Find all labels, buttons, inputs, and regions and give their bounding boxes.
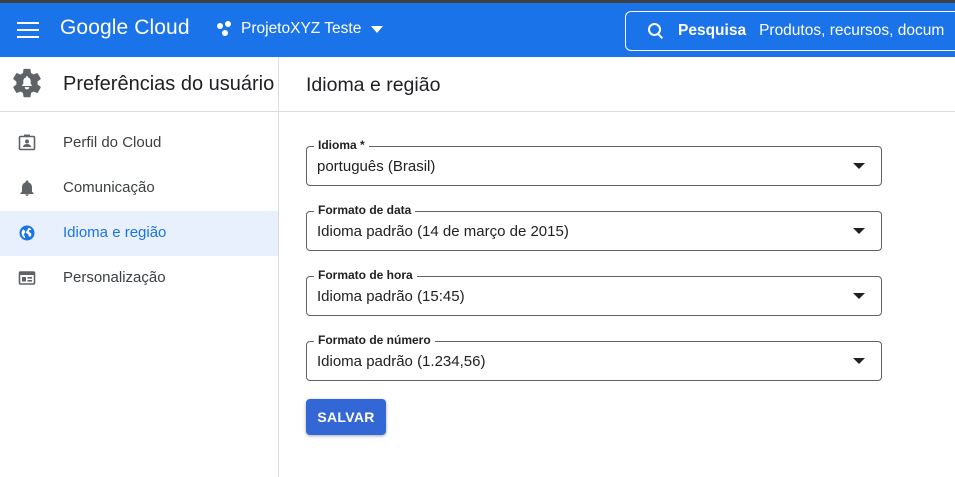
time-format-label: Formato de hora (314, 268, 417, 282)
sidebar-item-label: Personalização (63, 269, 166, 286)
sidebar: Preferências do usuário Perfil do Cloud … (0, 57, 279, 477)
number-format-label: Formato de número (314, 333, 435, 347)
number-format-select[interactable]: Formato de número Idioma padrão (1.234,5… (306, 333, 882, 381)
top-bar: Google Cloud ProjetoXYZ Teste Pesquisa P… (0, 0, 955, 57)
sidebar-item-label: Idioma e região (63, 224, 167, 241)
date-format-value: Idioma padrão (14 de março de 2015) (317, 223, 569, 240)
search-placeholder: Produtos, recursos, docum (759, 22, 945, 39)
dropdown-arrow-icon (853, 358, 865, 364)
chevron-down-icon (371, 25, 384, 33)
sidebar-item-comunicacao[interactable]: Comunicação (0, 166, 278, 211)
dropdown-arrow-icon (853, 293, 865, 299)
date-format-label: Formato de data (314, 203, 416, 217)
sidebar-item-idioma-e-regiao[interactable]: Idioma e região (0, 211, 278, 256)
google-cloud-logo[interactable]: Google Cloud (60, 16, 190, 40)
time-format-select[interactable]: Formato de hora Idioma padrão (15:45) (306, 268, 882, 316)
header-divider (279, 111, 955, 112)
sidebar-item-perfil-do-cloud[interactable]: Perfil do Cloud (0, 121, 278, 166)
bell-icon (20, 180, 34, 196)
dropdown-arrow-icon (853, 228, 865, 234)
project-dots-icon (217, 21, 233, 37)
globe-icon (19, 225, 35, 241)
project-selector[interactable]: ProjetoXYZ Teste (217, 20, 384, 38)
project-name: ProjetoXYZ Teste (241, 20, 362, 37)
time-format-value: Idioma padrão (15:45) (317, 288, 465, 305)
sidebar-item-label: Perfil do Cloud (63, 134, 162, 151)
sidebar-title: Preferências do usuário (63, 73, 275, 95)
language-select-value: português (Brasil) (317, 158, 436, 175)
sidebar-item-personalizacao[interactable]: Personalização (0, 256, 278, 301)
save-button[interactable]: SALVAR (306, 399, 386, 435)
dropdown-arrow-icon (853, 163, 865, 169)
menu-icon[interactable] (17, 22, 39, 38)
language-select[interactable]: Idioma * português (Brasil) (306, 138, 882, 186)
page-title: Idioma e região (306, 74, 441, 96)
customize-card-icon (18, 271, 36, 285)
sidebar-header: Preferências do usuário (0, 57, 278, 112)
search-icon (648, 23, 664, 39)
search-label: Pesquisa (678, 22, 747, 39)
date-format-select[interactable]: Formato de data Idioma padrão (14 de mar… (306, 203, 882, 251)
gear-icon (13, 68, 41, 98)
search-bar[interactable]: Pesquisa Produtos, recursos, docum (625, 11, 955, 51)
number-format-value: Idioma padrão (1.234,56) (317, 353, 486, 370)
language-select-label: Idioma * (314, 138, 369, 152)
sidebar-item-label: Comunicação (63, 179, 155, 196)
profile-card-icon (18, 134, 36, 151)
